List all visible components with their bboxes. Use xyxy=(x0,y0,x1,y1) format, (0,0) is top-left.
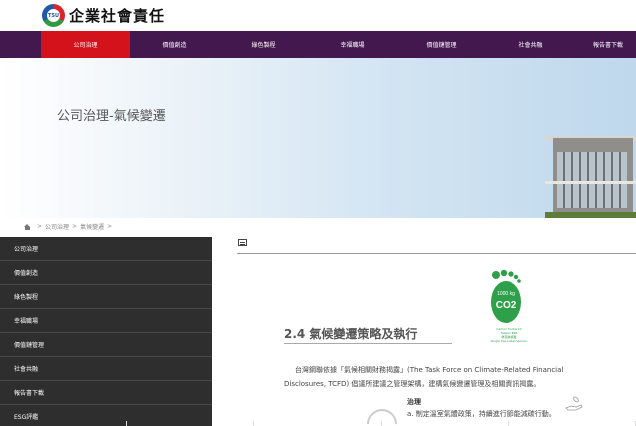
breadcrumb-separator: > xyxy=(72,223,78,230)
footprint-icon: 1000 kg CO2 xyxy=(491,269,521,323)
sidebar-item-value-creation[interactable]: 價值創造 xyxy=(0,261,212,285)
banner-title: 公司治理-氣候變遷 xyxy=(57,109,166,124)
footer-column xyxy=(382,421,509,426)
footer-column xyxy=(254,421,382,426)
heading-divider xyxy=(284,343,452,344)
cert-line4: Single Use Label Version xyxy=(490,339,528,343)
nav-item-social-inclusion[interactable]: 社會共融 xyxy=(486,31,575,58)
nav-item-value-creation[interactable]: 價值創造 xyxy=(130,31,219,58)
footer-column xyxy=(127,421,255,426)
governance-item: a. 制定溫室氣體政策，持續進行節能減碳行動。 xyxy=(407,410,556,418)
section-heading: 2.4 氣候變遷策略及執行 xyxy=(284,327,418,341)
breadcrumb-item[interactable]: 公司治理 xyxy=(45,222,69,231)
breadcrumb-separator: > xyxy=(107,223,113,230)
page-banner: 公司治理-氣候變遷 xyxy=(0,58,636,218)
breadcrumb: > 公司治理 > 氣候變遷 > xyxy=(24,222,115,231)
cert-co2: CO2 xyxy=(496,300,517,311)
logo-mark-text: TSU xyxy=(47,9,60,22)
building-grass xyxy=(545,212,636,218)
footer-column xyxy=(0,421,128,426)
site-logo[interactable]: TSU 企業社會責任 xyxy=(42,4,165,27)
carbon-footprint-label: 1000 kg CO2 Carbon Footprint Taiwan EPA … xyxy=(483,267,535,345)
logo-text: 企業社會責任 xyxy=(69,7,166,25)
logo-mark-icon: TSU xyxy=(42,4,65,27)
sidebar-item-green-process[interactable]: 綠色製程 xyxy=(0,285,212,309)
nav-item-report-download[interactable]: 報告書下載 xyxy=(575,31,626,58)
main-content: 1000 kg CO2 Carbon Footprint Taiwan EPA … xyxy=(237,237,636,426)
building-windows xyxy=(557,152,627,208)
building-balcony xyxy=(545,181,636,184)
subheading-governance: 治理 xyxy=(407,398,421,406)
footer-column xyxy=(509,421,636,426)
document-icon xyxy=(238,239,247,246)
home-icon[interactable] xyxy=(24,223,31,230)
sidebar-menu: 公司治理 價值創造 綠色製程 幸福職場 價值鏈管理 社會共融 報告書下載 ESG… xyxy=(0,237,212,426)
nav-item-happy-workplace[interactable]: 幸福職場 xyxy=(308,31,397,58)
intro-paragraph: 台灣鋼聯依據「氣候相關財務揭露」(The Task Force on Clima… xyxy=(284,366,564,388)
page-footer-edge xyxy=(0,421,636,426)
building-image xyxy=(545,136,636,218)
sidebar-item-happy-workplace[interactable]: 幸福職場 xyxy=(0,309,212,333)
nav-item-green-process[interactable]: 綠色製程 xyxy=(219,31,308,58)
sidebar-item-value-chain[interactable]: 價值鏈管理 xyxy=(0,333,212,357)
section-header xyxy=(237,237,636,254)
main-nav: 公司治理 價值創造 綠色製程 幸福職場 價值鏈管理 社會共融 報告書下載 xyxy=(0,31,636,58)
sidebar-item-corporate-governance[interactable]: 公司治理 xyxy=(0,237,212,261)
hand-leaf-icon xyxy=(565,396,583,411)
breadcrumb-separator: > xyxy=(37,223,43,230)
sidebar-item-social-inclusion[interactable]: 社會共融 xyxy=(0,357,212,381)
site-header: TSU 企業社會責任 xyxy=(0,0,636,31)
nav-item-value-chain[interactable]: 價值鏈管理 xyxy=(397,31,486,58)
breadcrumb-item-current[interactable]: 氣候變遷 xyxy=(80,222,104,231)
sidebar-item-report-download[interactable]: 報告書下載 xyxy=(0,381,212,405)
nav-item-corporate-governance[interactable]: 公司治理 xyxy=(41,31,130,58)
cert-amount: 1000 kg xyxy=(497,291,515,297)
